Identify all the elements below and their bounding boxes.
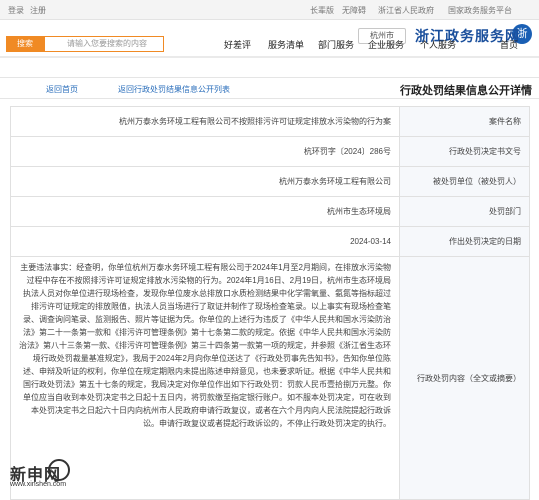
table-row: 行政处罚决定书文号 杭环罚字〔2024〕286号 (11, 137, 529, 167)
table-row: 被处罚单位（被处罚人） 杭州万泰水务环境工程有限公司 (11, 167, 529, 197)
watermark-logo: 新申网 www.xinshen.com (4, 453, 74, 493)
elder-mode-link[interactable]: 长辈版 (310, 5, 334, 16)
nav-department[interactable]: 部门服务 (318, 38, 354, 51)
row-label: 作出处罚决定的日期 (399, 227, 529, 256)
top-bar: 登录 注册 国家政务服务平台 浙江省人民政府 无障碍 长辈版 (0, 0, 539, 20)
detail-title-bar: 行政处罚结果信息公开详情 返回行政处罚结果信息公开列表 返回首页 (0, 77, 539, 99)
page-title: 行政处罚结果信息公开详情 (400, 85, 532, 97)
search-input[interactable]: 请输入您要搜索的内容 (44, 36, 164, 52)
table-row: 行政处罚内容（全文或摘要） 主要违法事实：经查明，你单位杭州万泰水务环境工程有限… (11, 257, 529, 499)
row-value: 杭州万泰水务环境工程有限公司 (279, 177, 391, 186)
back-home-link[interactable]: 返回首页 (46, 84, 78, 95)
row-label: 被处罚单位（被处罚人） (399, 167, 529, 196)
nav-evaluation[interactable]: 好差评 (224, 38, 251, 51)
row-label: 案件名称 (399, 107, 529, 136)
table-row: 处罚部门 杭州市生态环境局 (11, 197, 529, 227)
penalty-content-text: 主要违法事实：经查明，你单位杭州万泰水务环境工程有限公司于2024年1月至2月期… (19, 263, 391, 428)
province-gov-link[interactable]: 浙江省人民政府 (378, 5, 434, 16)
table-row: 作出处罚决定的日期 2024-03-14 (11, 227, 529, 257)
accessibility-link[interactable]: 无障碍 (342, 5, 366, 16)
row-value: 杭州市生态环境局 (327, 207, 391, 216)
row-label: 行政处罚决定书文号 (399, 137, 529, 166)
row-value: 杭州万泰水务环境工程有限公司不按照排污许可证规定排放水污染物的行为案 (119, 117, 391, 126)
row-label: 处罚部门 (399, 197, 529, 226)
national-platform-link[interactable]: 国家政务服务平台 (448, 5, 512, 16)
row-value: 2024-03-14 (350, 237, 391, 246)
table-row: 案件名称 杭州万泰水务环境工程有限公司不按照排污许可证规定排放水污染物的行为案 (11, 107, 529, 137)
search-button[interactable]: 搜索 (6, 36, 44, 52)
nav-enterprise[interactable]: 企业服务 (368, 38, 404, 51)
row-value: 杭环罚字〔2024〕286号 (303, 147, 391, 156)
register-link[interactable]: 注册 (30, 5, 46, 16)
login-link[interactable]: 登录 (8, 5, 24, 16)
back-to-list-link[interactable]: 返回行政处罚结果信息公开列表 (118, 84, 230, 95)
nav-home[interactable]: 首页 (500, 38, 518, 51)
row-label: 行政处罚内容（全文或摘要） (399, 257, 529, 499)
watermark-subtext: www.xinshen.com (10, 481, 67, 488)
header-divider (0, 56, 539, 58)
nav-personal[interactable]: 个人服务 (420, 38, 456, 51)
detail-table: 案件名称 杭州万泰水务环境工程有限公司不按照排污许可证规定排放水污染物的行为案 … (10, 106, 530, 500)
nav-service-list[interactable]: 服务清单 (268, 38, 304, 51)
